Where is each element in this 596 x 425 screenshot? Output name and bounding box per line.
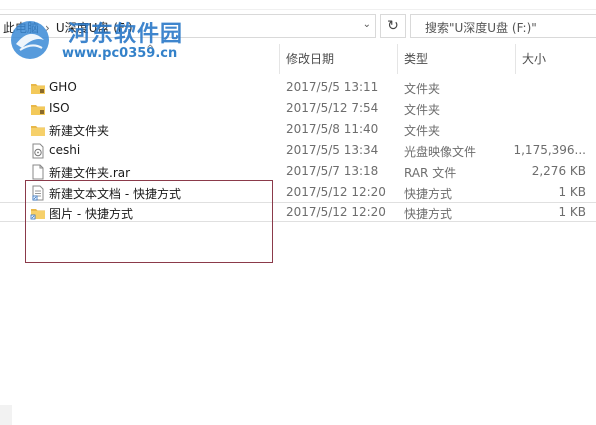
breadcrumb-separator-icon: › [45,21,50,35]
folder-icon [31,126,45,136]
file-date: 2017/5/12 12:20 [286,185,386,199]
sort-ascending-icon: ^ [146,44,155,55]
file-type: 文件夹 [404,124,441,138]
breadcrumb-computer[interactable]: 此电脑 [3,21,39,35]
file-name: 图片 - 快捷方式 [49,207,133,221]
address-dropdown-icon[interactable]: ⌄ [363,19,371,30]
column-date-header[interactable]: 修改日期 [280,44,398,74]
file-type: 快捷方式 [404,207,453,221]
file-row-ceshi[interactable]: ceshi 2017/5/5 13:34 光盘映像文件 1,175,396... [0,141,596,161]
file-type: 文件夹 [404,103,441,117]
file-name: ISO [49,101,70,115]
file-row-iso[interactable]: ISO 2017/5/12 7:54 文件夹 [0,99,596,119]
folder-locked-icon [31,105,45,115]
column-header: 名称 ^ 修改日期 类型 大小 [0,44,596,74]
file-size: 1 KB [558,185,586,199]
file-name: ceshi [49,143,81,157]
file-date: 2017/5/12 12:20 [286,205,386,219]
file-date: 2017/5/5 13:34 [286,143,379,157]
file-row-picture-shortcut[interactable]: 图片 - 快捷方式 2017/5/12 12:20 快捷方式 1 KB [0,202,596,222]
column-size-header[interactable]: 大小 [516,44,596,74]
rar-file-icon [32,164,44,180]
folder-shortcut-icon [30,209,45,220]
file-row-text-shortcut[interactable]: 新建文本文档 - 快捷方式 2017/5/12 12:20 快捷方式 1 KB [0,183,596,203]
address-bar-row: 此电脑 › U深度U盘 (F:) ⌄ ↻ 搜索"U深度U盘 (F:)" [0,12,596,40]
file-date: 2017/5/8 11:40 [286,122,379,136]
ribbon-strip [0,0,596,10]
file-row-gho[interactable]: GHO 2017/5/5 13:11 文件夹 [0,78,596,98]
column-date-label: 修改日期 [286,52,335,66]
refresh-icon: ↻ [387,18,399,34]
file-type: 快捷方式 [404,187,453,201]
refresh-button[interactable]: ↻ [380,14,406,38]
file-date: 2017/5/5 13:11 [286,80,379,94]
file-row-rar[interactable]: 新建文件夹.rar 2017/5/7 13:18 RAR 文件 2,276 KB [0,162,596,182]
file-date: 2017/5/7 13:18 [286,164,379,178]
pane-edge [0,405,12,425]
file-name: 新建文件夹 [49,124,110,138]
search-input[interactable]: 搜索"U深度U盘 (F:)" [410,14,596,38]
file-name: 新建文件夹.rar [49,166,131,180]
column-size-label: 大小 [522,52,547,66]
disc-image-icon [32,143,44,159]
text-shortcut-icon [32,185,44,201]
column-type-header[interactable]: 类型 [398,44,516,74]
file-name: GHO [49,80,77,94]
file-size: 1,175,396... [513,143,586,157]
address-bar[interactable]: 此电脑 › U深度U盘 (F:) ⌄ [0,14,376,38]
column-type-label: 类型 [404,52,429,66]
search-placeholder: 搜索"U深度U盘 (F:)" [425,21,537,35]
file-size: 2,276 KB [531,164,586,178]
file-date: 2017/5/12 7:54 [286,101,379,115]
file-type: 光盘映像文件 [404,145,477,159]
file-type: RAR 文件 [404,166,457,180]
file-type: 文件夹 [404,82,441,96]
file-row-new-folder[interactable]: 新建文件夹 2017/5/8 11:40 文件夹 [0,120,596,140]
folder-locked-icon [31,84,45,94]
breadcrumb-drive[interactable]: U深度U盘 (F:) [56,21,133,35]
file-name: 新建文本文档 - 快捷方式 [49,187,181,201]
file-size: 1 KB [558,205,586,219]
breadcrumb: 此电脑 › U深度U盘 (F:) [3,19,133,36]
